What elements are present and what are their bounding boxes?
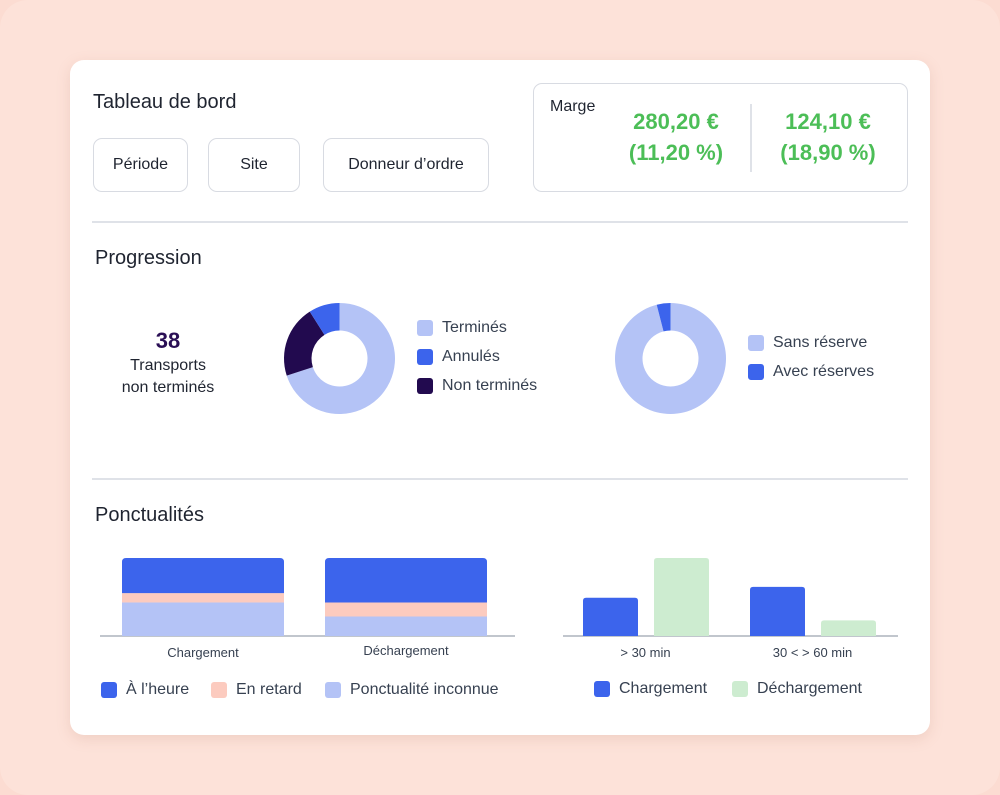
legend-swatch — [101, 682, 117, 698]
bar-déchargement-1 — [325, 602, 487, 617]
bar-déchargement-0 — [325, 616, 487, 636]
x-tick-30-60min: 30 < > 60 min — [772, 645, 853, 660]
legend-label: À l’heure — [126, 681, 190, 698]
kpi-label-line1: Transports — [130, 357, 206, 374]
bar-chargement-2 — [122, 558, 284, 594]
bar-chargement-0 — [583, 597, 638, 636]
marge-value-2: 124,10 € (18,90 %) — [763, 106, 893, 168]
progression-title: Progression — [95, 247, 202, 269]
donut-chart-reserves — [615, 303, 726, 414]
legend-label: En retard — [236, 681, 302, 698]
marge-panel: Marge 280,20 € (11,20 %) 124,10 € (18,90… — [533, 83, 908, 192]
legend-chargement: Chargement — [594, 680, 707, 698]
dashboard-card: Tableau de bord Période Site Donneur d’o… — [70, 60, 930, 735]
filter-periode-button[interactable]: Période — [93, 138, 188, 192]
page-title: Tableau de bord — [93, 91, 237, 113]
legend-non-termines: Non terminés — [417, 377, 537, 395]
kpi-value: 38 — [155, 328, 181, 353]
marge-amount-1: 280,20 € — [633, 109, 719, 134]
ponctualites-title: Ponctualités — [95, 504, 204, 526]
legend-ponctualite-inconnue: Ponctualité inconnue — [325, 681, 499, 699]
legend-avec-reserves: Avec réserves — [748, 363, 874, 381]
legend-label: Annulés — [442, 348, 500, 365]
bar-chargement-1 — [750, 586, 805, 636]
legend-swatch — [417, 378, 433, 394]
donut-chart-progression — [284, 303, 395, 414]
legend-swatch — [732, 681, 748, 697]
legend-label: Ponctualité inconnue — [350, 681, 499, 698]
divider-middle — [92, 478, 908, 480]
legend-swatch — [211, 682, 227, 698]
bar-chargement-1 — [122, 593, 284, 603]
x-tick-chargement: Chargement — [167, 645, 239, 660]
legend-swatch — [417, 349, 433, 365]
kpi-label: Transports non terminés — [98, 355, 238, 399]
legend-label: Déchargement — [757, 680, 862, 697]
legend-dechargement: Déchargement — [732, 680, 862, 698]
legend-label: Chargement — [619, 680, 708, 697]
x-tick-dechargement: Déchargement — [363, 643, 449, 658]
stacked-bar-chart-ponctualite — [100, 558, 515, 637]
legend-swatch — [325, 682, 341, 698]
legend-en-retard: En retard — [211, 681, 302, 699]
grouped-bar-chart-retards — [563, 558, 898, 637]
kpi-label-line2: non terminés — [121, 379, 215, 396]
bar-chargement-0 — [122, 602, 284, 636]
bar-déchargement-0 — [654, 558, 709, 636]
legend-annules: Annulés — [417, 348, 500, 366]
legend-termines: Terminés — [417, 319, 507, 337]
marge-percent-1: (11,20 %) — [628, 140, 724, 165]
legend-sans-reserve: Sans réserve — [748, 334, 867, 352]
legend-label: Avec réserves — [773, 363, 875, 380]
legend-swatch — [748, 364, 764, 380]
legend-swatch — [417, 320, 433, 336]
divider-top — [92, 221, 908, 223]
marge-percent-2: (18,90 %) — [780, 140, 876, 165]
marge-value-1: 280,20 € (11,20 %) — [611, 106, 741, 168]
marge-amount-2: 124,10 € — [785, 109, 871, 134]
legend-label: Non terminés — [442, 377, 538, 394]
filter-donneur-button[interactable]: Donneur d’ordre — [323, 138, 489, 192]
bar-déchargement-1 — [821, 620, 876, 636]
x-tick-30min: > 30 min — [620, 645, 671, 660]
legend-swatch — [748, 335, 764, 351]
legend-a-lheure: À l’heure — [101, 681, 189, 699]
marge-divider — [750, 104, 752, 172]
legend-label: Sans réserve — [773, 334, 868, 351]
marge-label: Marge — [550, 98, 596, 115]
legend-label: Terminés — [442, 319, 507, 336]
bar-déchargement-2 — [325, 558, 487, 603]
legend-swatch — [594, 681, 610, 697]
filter-site-button[interactable]: Site — [208, 138, 300, 192]
